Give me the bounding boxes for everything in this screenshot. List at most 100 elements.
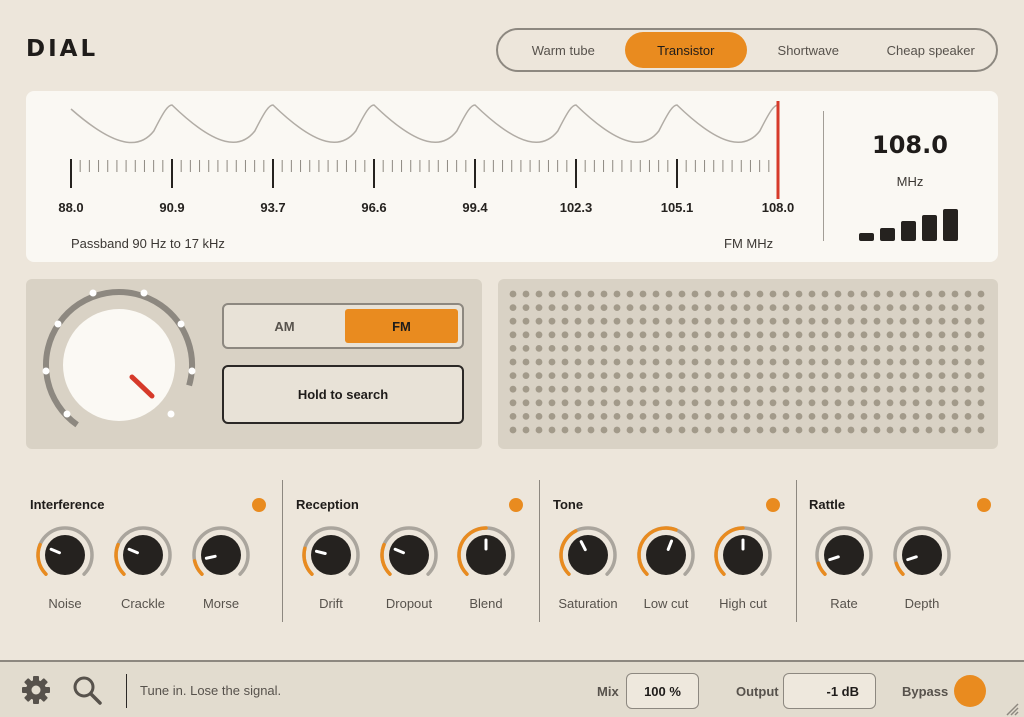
bypass-button[interactable] [954,675,986,707]
grille-hole [639,372,647,379]
grille-hole [769,413,777,420]
preset-warm-tube[interactable]: Warm tube [502,32,625,68]
grille-hole [561,358,569,366]
grille-hole [756,290,764,298]
grille-hole [951,331,959,339]
gear-icon[interactable] [21,675,51,705]
preset-cheap-speaker[interactable]: Cheap speaker [870,32,993,68]
grille-hole [938,331,946,339]
grille-hole [600,304,608,311]
knob-noise[interactable]: Noise [30,524,100,611]
grille-hole [730,372,738,379]
preset-shortwave[interactable]: Shortwave [747,32,870,68]
grille-hole [678,372,686,379]
dial-marker [177,320,185,328]
scale-label: 90.9 [159,200,184,215]
scale-label: 108.0 [762,200,795,215]
section-divider [539,480,540,622]
section-enable-led[interactable] [509,498,523,512]
section-tone: Tone Saturation Low cut High cut [553,480,783,622]
grille-hole [639,331,647,339]
grille-hole [847,399,855,407]
grille-hole [951,358,959,366]
grille-hole [535,290,543,298]
grille-hole [834,385,842,393]
grille-hole [691,345,699,352]
mix-field[interactable]: 100 % [626,673,699,709]
hold-to-search-button[interactable]: Hold to search [222,365,464,424]
resize-grip-icon[interactable] [1005,702,1019,716]
tuning-knob[interactable] [26,279,216,449]
output-field[interactable]: -1 dB [783,673,876,709]
grille-hole [951,317,959,325]
grille-hole [548,413,556,420]
knob-body [123,535,163,575]
knob-dropout[interactable]: Dropout [374,524,444,611]
knob-blend[interactable]: Blend [451,524,521,611]
grille-hole [795,372,803,379]
grille-hole [925,358,933,366]
band-fm-button[interactable]: FM [345,309,458,343]
dial-marker [167,410,175,418]
grille-hole [808,345,816,352]
grille-hole [743,385,751,393]
grille-hole [782,331,790,339]
speaker-grille [498,279,998,449]
grille-hole [730,399,738,407]
grille-hole [561,426,569,434]
footer-bar: Tune in. Lose the signal. Mix 100 % Outp… [0,660,1024,717]
grille-hole [561,385,569,393]
knob-rate[interactable]: Rate [809,524,879,611]
section-enable-led[interactable] [252,498,266,512]
grille-hole [730,304,738,311]
grille-hole [574,331,582,339]
knob-drift[interactable]: Drift [296,524,366,611]
grille-hole [795,290,803,298]
grille-hole [574,385,582,393]
grille-hole [938,290,946,298]
knob-crackle[interactable]: Crackle [108,524,178,611]
grille-hole [522,290,530,298]
preset-transistor[interactable]: Transistor [624,32,747,68]
search-icon[interactable] [71,674,103,706]
knob-saturation[interactable]: Saturation [553,524,623,611]
band-am-button[interactable]: AM [228,309,341,343]
grille-hole [873,413,881,420]
knob-depth[interactable]: Depth [887,524,957,611]
grille-hole [938,399,946,407]
grille-hole [652,372,660,379]
band-unit-text: FM MHz [724,236,774,251]
grille-hole [587,304,595,311]
grille-hole [782,345,790,352]
section-enable-led[interactable] [977,498,991,512]
grille-hole [808,385,816,393]
grille-hole [782,399,790,407]
grille-hole [834,413,842,420]
knob-low-cut[interactable]: Low cut [631,524,701,611]
grille-hole [912,290,920,298]
grille-hole [574,413,582,420]
grille-hole [626,345,634,352]
knob-label: Saturation [558,596,618,611]
grille-hole [691,385,699,393]
grille-hole [561,317,569,325]
signal-bar [922,215,937,241]
grille-hole [509,331,517,339]
knob-body [902,535,942,575]
grille-hole [938,358,946,366]
knob-morse[interactable]: Morse [186,524,256,611]
grille-hole [587,413,595,420]
grille-hole [925,290,933,298]
knob-label: Dropout [385,596,433,611]
knob-high-cut[interactable]: High cut [708,524,778,611]
grille-hole [613,304,621,311]
grille-hole [704,317,712,325]
grille-hole [600,399,608,407]
section-enable-led[interactable] [766,498,780,512]
grille-hole [938,317,946,325]
grille-hole [769,426,777,434]
grille-hole [808,358,816,366]
tuner-display[interactable]: 88.0 90.9 93.7 96.6 99.4 102.3 105.1 108.0 Pass… [26,91,998,262]
section-rattle: Rattle Rate Depth [809,480,999,622]
knob-body [824,535,864,575]
